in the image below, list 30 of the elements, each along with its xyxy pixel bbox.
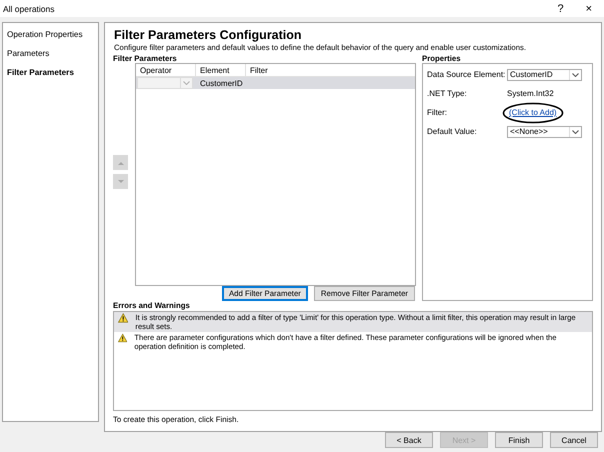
- dropdown-field[interactable]: CustomerID: [507, 68, 582, 80]
- chevron-icon: [183, 81, 190, 85]
- column-header: Operator: [136, 64, 196, 76]
- property-label: Filter:: [427, 108, 448, 117]
- wizard-button[interactable]: < Back: [385, 432, 433, 448]
- table-cell-text: CustomerID: [199, 78, 244, 89]
- column-header: Element: [196, 64, 246, 76]
- chevron-icon: [572, 72, 579, 76]
- wizard-button[interactable]: Cancel: [550, 432, 598, 448]
- dropdown-field[interactable]: <<None>>: [507, 126, 582, 138]
- nav-item[interactable]: Operation Properties: [3, 28, 98, 41]
- help-button[interactable]: ?: [557, 2, 564, 14]
- warning-icon: [118, 313, 128, 323]
- nav-item[interactable]: Parameters: [3, 47, 98, 60]
- property-label: .NET Type:: [427, 89, 468, 98]
- grid-row[interactable]: CustomerID: [136, 77, 415, 89]
- chevron-icon: [572, 130, 579, 134]
- page-heading: Filter Parameters Configuration: [114, 28, 303, 42]
- property-label: Default Value:: [427, 127, 478, 136]
- wizard-button[interactable]: Finish: [495, 432, 543, 448]
- close-button[interactable]: ×: [586, 2, 592, 14]
- window-title: All operations: [3, 4, 55, 14]
- property-value: System.Int32: [507, 89, 554, 98]
- down-arrow-icon: [118, 180, 124, 184]
- warning-icon: [118, 333, 128, 343]
- property-label: Data Source Element:: [427, 70, 506, 79]
- column-header: Filter: [249, 64, 269, 76]
- up-arrow-icon: [118, 160, 124, 164]
- nav-item[interactable]: Filter Parameters: [3, 66, 98, 79]
- operator-dropdown[interactable]: [137, 77, 193, 89]
